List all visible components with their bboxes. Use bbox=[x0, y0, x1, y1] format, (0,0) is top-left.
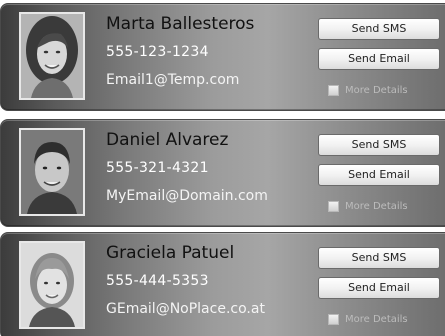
contact-card: Graciela Patuel 555-444-5353 GEmail@NoPl… bbox=[0, 232, 445, 336]
contact-photo bbox=[19, 12, 85, 100]
contact-name: Marta Ballesteros bbox=[106, 14, 255, 34]
more-details-checkbox[interactable] bbox=[328, 200, 339, 212]
more-details-checkbox[interactable] bbox=[328, 84, 339, 96]
send-sms-button[interactable]: Send SMS bbox=[318, 18, 440, 40]
send-email-button[interactable]: Send Email bbox=[318, 48, 440, 70]
contact-phone: 555-321-4321 bbox=[106, 160, 209, 176]
send-email-button[interactable]: Send Email bbox=[318, 164, 440, 186]
contact-phone: 555-444-5353 bbox=[106, 273, 209, 289]
send-sms-button[interactable]: Send SMS bbox=[318, 134, 440, 156]
more-details-label: More Details bbox=[345, 313, 408, 325]
contact-name: Graciela Patuel bbox=[106, 243, 235, 263]
contact-photo bbox=[19, 128, 85, 216]
more-details-checkbox[interactable] bbox=[328, 313, 339, 325]
contact-card: Marta Ballesteros 555-123-1234 Email1@Te… bbox=[0, 3, 445, 111]
contact-card: Daniel Alvarez 555-321-4321 MyEmail@Doma… bbox=[0, 119, 445, 227]
contact-email: Email1@Temp.com bbox=[106, 72, 240, 88]
contact-email: GEmail@NoPlace.co.at bbox=[106, 301, 265, 317]
contact-email: MyEmail@Domain.com bbox=[106, 188, 268, 204]
contact-phone: 555-123-1234 bbox=[106, 44, 209, 60]
send-sms-button[interactable]: Send SMS bbox=[318, 247, 440, 269]
contact-list: Marta Ballesteros 555-123-1234 Email1@Te… bbox=[0, 0, 445, 336]
contact-name: Daniel Alvarez bbox=[106, 130, 229, 150]
more-details-toggle[interactable]: More Details bbox=[328, 311, 408, 327]
more-details-label: More Details bbox=[345, 84, 408, 96]
send-email-button[interactable]: Send Email bbox=[318, 277, 440, 299]
more-details-label: More Details bbox=[345, 200, 408, 212]
contact-photo bbox=[19, 241, 85, 329]
more-details-toggle[interactable]: More Details bbox=[328, 82, 408, 98]
more-details-toggle[interactable]: More Details bbox=[328, 198, 408, 214]
